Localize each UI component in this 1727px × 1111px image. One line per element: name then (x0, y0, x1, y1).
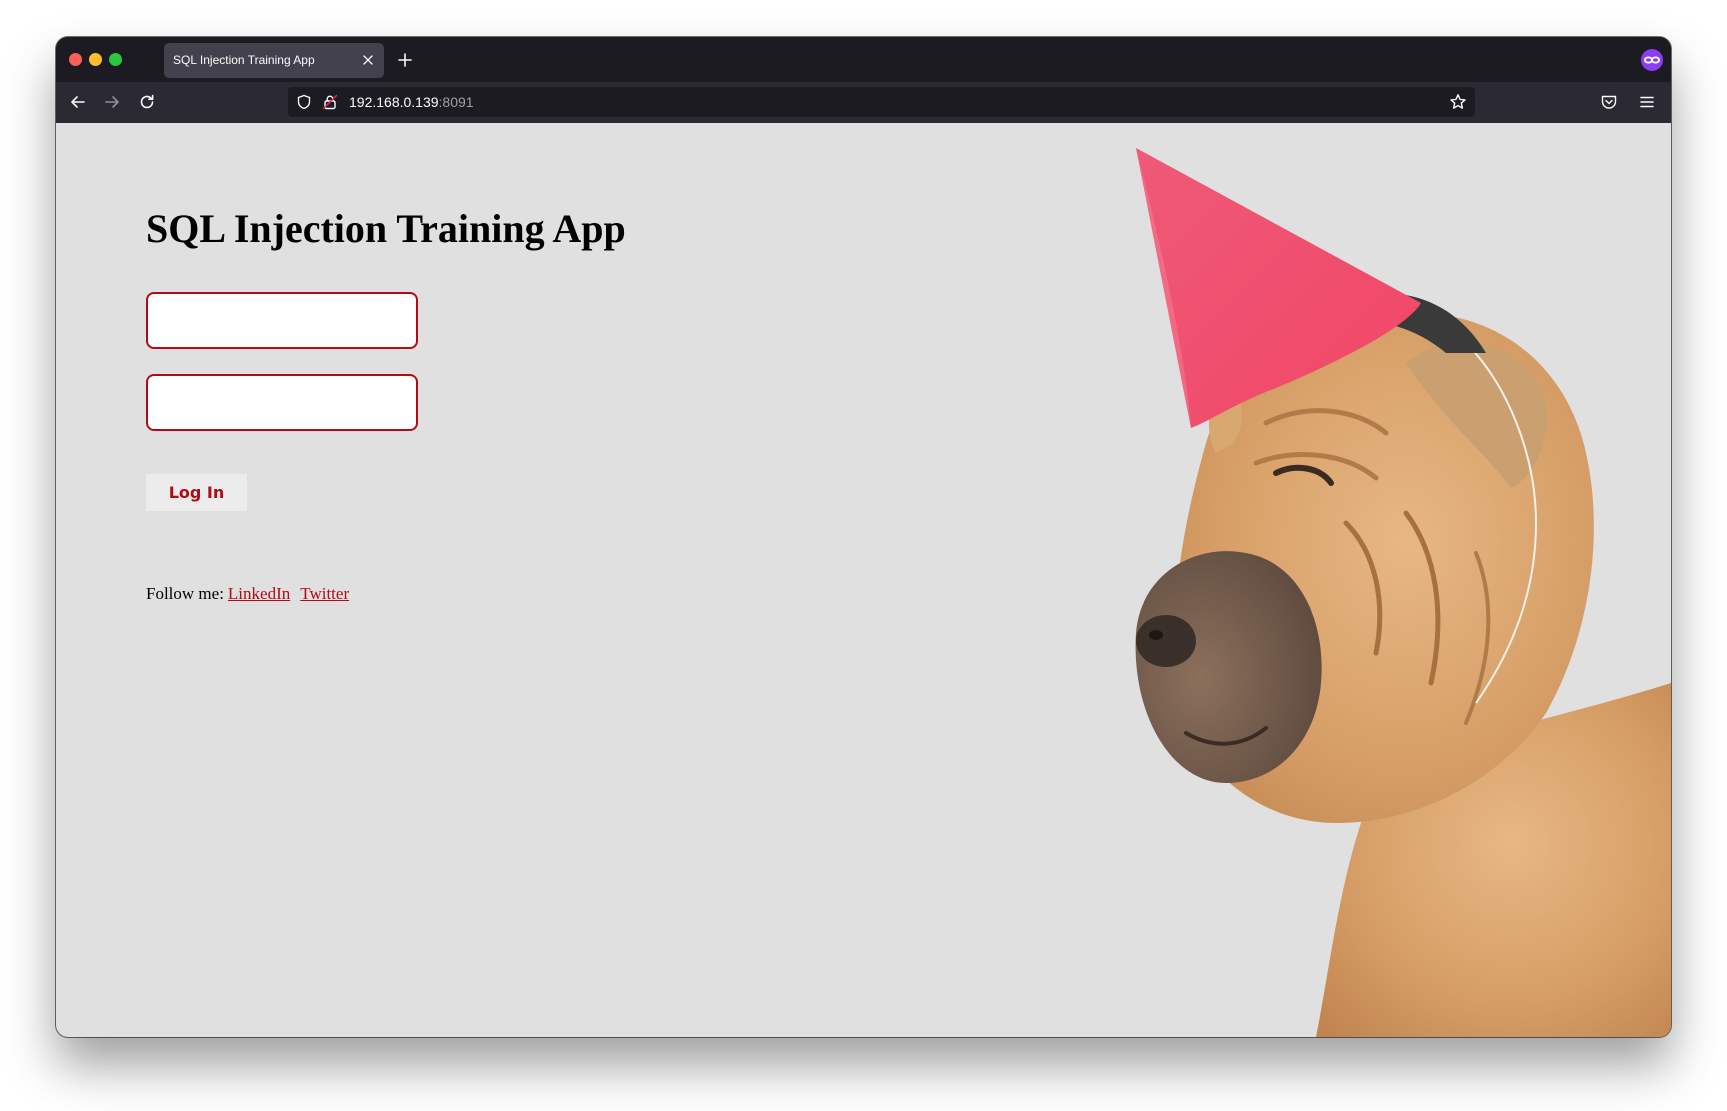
window-minimize-button[interactable] (89, 53, 102, 66)
pocket-icon[interactable] (1600, 93, 1618, 111)
arrow-right-icon[interactable] (102, 92, 122, 112)
username-input[interactable] (146, 292, 418, 349)
url-host: 192.168.0.139 (349, 94, 439, 110)
close-icon[interactable] (361, 53, 375, 67)
follow-section: Follow me: LinkedIn Twitter (146, 584, 349, 604)
login-button[interactable]: Log In (146, 474, 247, 511)
private-browsing-icon[interactable] (1641, 49, 1663, 71)
tab-title: SQL Injection Training App (173, 53, 315, 67)
hamburger-menu-icon[interactable] (1638, 93, 1656, 111)
tab-active[interactable]: SQL Injection Training App (164, 43, 384, 78)
url-bar[interactable]: 192.168.0.139:8091 (288, 87, 1475, 117)
dog-party-hat-image (1135, 148, 1671, 1037)
browser-window: SQL Injection Training App 192.168.0.139… (56, 37, 1671, 1037)
shield-icon[interactable] (296, 94, 312, 110)
page-viewport: SQL Injection Training App Log In Follow… (56, 123, 1671, 1037)
arrow-left-icon[interactable] (68, 92, 88, 112)
window-maximize-button[interactable] (109, 53, 122, 66)
navigation-toolbar: 192.168.0.139:8091 (56, 82, 1671, 123)
window-close-button[interactable] (69, 53, 82, 66)
url-text[interactable]: 192.168.0.139:8091 (349, 94, 474, 110)
follow-label: Follow me: (146, 584, 224, 603)
page-title: SQL Injection Training App (146, 206, 626, 251)
tab-strip: SQL Injection Training App (56, 37, 1671, 82)
plus-icon[interactable] (396, 51, 414, 69)
url-port: :8091 (438, 94, 474, 110)
star-icon[interactable] (1449, 93, 1467, 111)
lock-icon[interactable] (322, 94, 338, 110)
linkedin-link[interactable]: LinkedIn (228, 584, 290, 603)
password-input[interactable] (146, 374, 418, 431)
twitter-link[interactable]: Twitter (300, 584, 349, 603)
reload-icon[interactable] (137, 92, 157, 112)
